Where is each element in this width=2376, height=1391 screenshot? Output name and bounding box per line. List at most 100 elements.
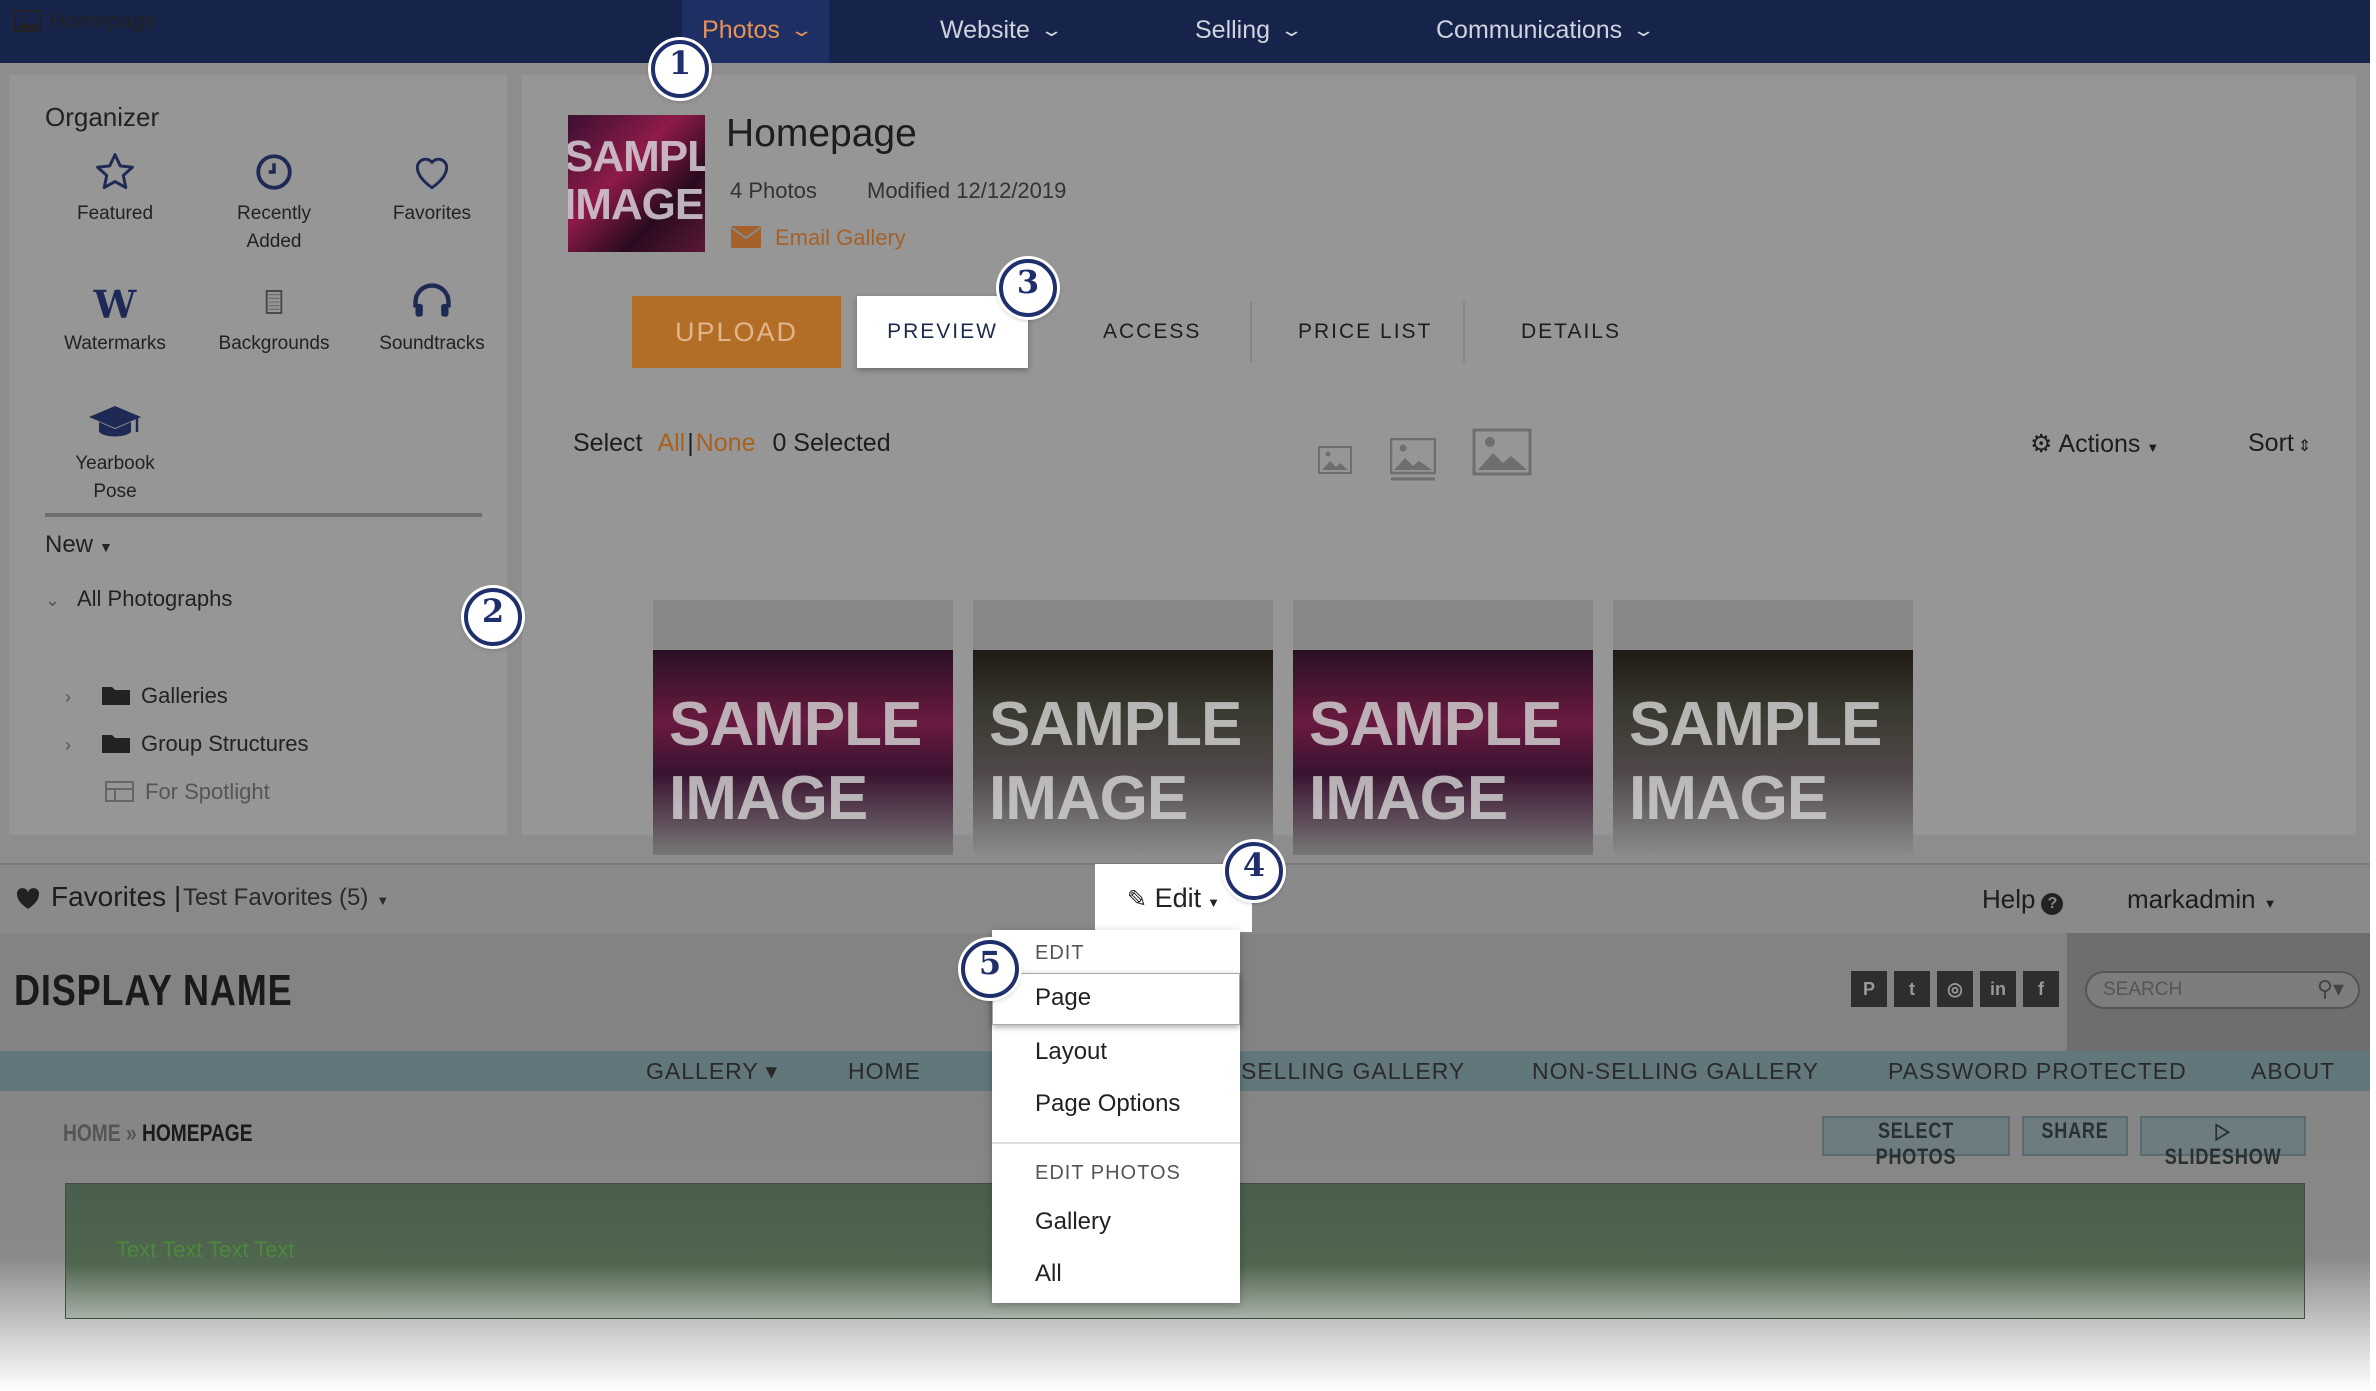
favorites-list-dropdown[interactable]: Test Favorites (5) ▼ xyxy=(183,884,389,912)
search-icon[interactable]: ⚲▾ xyxy=(2317,972,2344,1006)
sort-label: Sort xyxy=(2248,429,2294,457)
tool-yearbook-pose[interactable]: Yearbook Pose xyxy=(40,400,190,506)
select-photos-button[interactable]: SELECT PHOTOS xyxy=(1822,1116,2010,1169)
new-dropdown[interactable]: New ▼ xyxy=(45,531,113,559)
callout-4: 4 xyxy=(1225,842,1283,900)
pencil-icon: ✎ xyxy=(1126,886,1148,913)
dropdown-item-page-options[interactable]: Page Options xyxy=(1035,1090,1180,1118)
organizer-title: Organizer xyxy=(45,102,160,132)
help-label: Help xyxy=(1982,884,2036,914)
price-list-tab[interactable]: PRICE LIST xyxy=(1298,296,1432,368)
dropdown-item-page-highlight[interactable] xyxy=(992,973,1240,1025)
play-icon: ▷ xyxy=(2215,1118,2231,1143)
favorites-label-text: Favorites xyxy=(51,881,167,912)
email-gallery-link[interactable]: Email Gallery xyxy=(775,225,906,251)
tool-favorites-label: Favorites xyxy=(392,203,472,224)
tool-soundtracks-label: Soundtracks xyxy=(379,333,485,354)
site-nav-gallery[interactable]: GALLERY ▾ xyxy=(646,1051,778,1091)
tree-all-label: All Photographs xyxy=(77,586,233,611)
dropdown-item-page[interactable]: Page xyxy=(1035,984,1091,1012)
photo-item[interactable]: SAMPLE IMAGE xyxy=(1613,600,1913,855)
site-nav-password-protected[interactable]: PASSWORD PROTECTED xyxy=(1888,1051,2187,1091)
share-button[interactable]: SHARE xyxy=(2022,1116,2128,1156)
nav-website[interactable]: Website ⌄ xyxy=(940,0,1063,63)
dropdown-edit-photos-header: EDIT PHOTOS xyxy=(1035,1162,1181,1184)
select-separator: | xyxy=(687,429,694,457)
site-nav-home[interactable]: HOME xyxy=(848,1051,921,1091)
tree-item-galleries[interactable]: › Galleries xyxy=(65,683,228,709)
callout-5: 5 xyxy=(961,940,1019,998)
linkedin-icon[interactable]: in xyxy=(1980,971,2016,1007)
tool-soundtracks[interactable]: Soundtracks xyxy=(357,280,507,358)
small-thumb-size-icon[interactable] xyxy=(1318,446,1352,479)
tool-watermarks[interactable]: W Watermarks xyxy=(40,280,190,358)
dropdown-edit-header: EDIT xyxy=(1035,942,1085,964)
user-menu[interactable]: markadmin ▼ xyxy=(2127,884,2276,915)
tree-item-for-spotlight[interactable]: For Spotlight xyxy=(105,779,270,805)
medium-thumb-size-icon[interactable] xyxy=(1389,437,1437,487)
nav-selling[interactable]: Selling ⌄ xyxy=(1195,0,1304,63)
dropdown-item-layout[interactable]: Layout xyxy=(1035,1038,1107,1066)
caret-down-icon: ▼ xyxy=(99,539,113,555)
watermark-w-icon: W xyxy=(93,282,137,327)
photo-item[interactable]: SAMPLE IMAGE xyxy=(1293,600,1593,855)
text-block-content: Text Text Text Text xyxy=(116,1237,295,1262)
actions-menu[interactable]: ⚙ Actions ▼ xyxy=(2030,429,2159,459)
tree-item-group-structures[interactable]: › Group Structures xyxy=(65,731,309,757)
graduation-cap-icon xyxy=(40,400,190,450)
backgrounds-icon xyxy=(198,280,350,330)
heart-icon xyxy=(357,150,507,200)
select-all-link[interactable]: All xyxy=(657,429,685,457)
tool-backgrounds[interactable]: Backgrounds xyxy=(198,280,350,358)
dropdown-item-gallery[interactable]: Gallery xyxy=(1035,1208,1111,1236)
caret-down-icon: ▼ xyxy=(2146,440,2160,455)
select-none-link[interactable]: None xyxy=(696,429,756,457)
photo-item[interactable]: SAMPLE IMAGE xyxy=(973,600,1273,855)
dropdown-item-all[interactable]: All xyxy=(1035,1260,1062,1288)
image-icon xyxy=(14,9,42,38)
nav-communications[interactable]: Communications ⌄ xyxy=(1436,0,1656,63)
breadcrumb-home[interactable]: HOME xyxy=(63,1120,121,1147)
pinterest-icon[interactable]: P xyxy=(1851,971,1887,1007)
envelope-icon[interactable] xyxy=(731,226,761,253)
preview-tab[interactable]: PREVIEW xyxy=(857,296,1028,368)
facebook-icon[interactable]: f xyxy=(2023,971,2059,1007)
tool-recently-added[interactable]: Recently Added xyxy=(198,150,350,256)
callout-1: 1 xyxy=(651,40,709,98)
instagram-icon[interactable]: ◎ xyxy=(1937,971,1973,1007)
help-link[interactable]: Help? xyxy=(1982,884,2064,915)
caret-down-icon: ▼ xyxy=(1207,895,1221,910)
site-nav-non-selling-gallery[interactable]: NON-SELLING GALLERY xyxy=(1532,1051,1819,1091)
callout-3: 3 xyxy=(999,259,1057,317)
tab-divider xyxy=(1463,302,1465,362)
tool-watermarks-label: Watermarks xyxy=(64,333,166,354)
select-photos-label: SELECT PHOTOS xyxy=(1875,1118,1957,1169)
tree-item-homepage-label: Homepage xyxy=(49,8,157,33)
upload-button[interactable]: UPLOAD xyxy=(632,296,841,368)
site-nav-selling-gallery[interactable]: SELLING GALLERY xyxy=(1241,1051,1465,1091)
chevron-down-icon: ⌄ xyxy=(1631,20,1656,40)
sort-arrows-icon: ⇕ xyxy=(2297,438,2312,455)
sort-menu[interactable]: Sort ⇕ xyxy=(2248,429,2311,458)
tool-recently-added-label: Recently Added xyxy=(237,203,311,252)
gallery-thumbnail: SAMPLE IMAGE xyxy=(568,115,705,252)
photo-item[interactable]: SAMPLE IMAGE xyxy=(653,600,953,855)
access-tab[interactable]: ACCESS xyxy=(1103,296,1201,368)
details-tab[interactable]: DETAILS xyxy=(1521,296,1621,368)
app-screen: Photos ⌄ Website ⌄ Selling ⌄ Communications… xyxy=(0,0,2376,1391)
slideshow-button[interactable]: ▷ SLIDESHOW xyxy=(2140,1116,2306,1169)
tab-divider xyxy=(1250,302,1252,362)
twitter-icon[interactable]: t xyxy=(1894,971,1930,1007)
clock-icon xyxy=(198,150,350,200)
tree-all-photographs[interactable]: ⌄ All Photographs xyxy=(45,586,232,612)
site-search-input[interactable]: SEARCH ⚲▾ xyxy=(2085,971,2360,1009)
headphones-icon xyxy=(357,280,507,330)
large-thumb-size-icon[interactable] xyxy=(1472,428,1532,481)
tree-item-galleries-label: Galleries xyxy=(141,683,228,708)
chevron-down-icon: ⌄ xyxy=(1039,20,1064,40)
chevron-down-icon: ⌄ xyxy=(45,590,61,610)
tool-favorites[interactable]: Favorites xyxy=(357,150,507,228)
chevron-right-icon: › xyxy=(65,687,71,707)
site-nav-about[interactable]: ABOUT xyxy=(2251,1051,2335,1091)
tool-featured[interactable]: Featured xyxy=(40,150,190,228)
